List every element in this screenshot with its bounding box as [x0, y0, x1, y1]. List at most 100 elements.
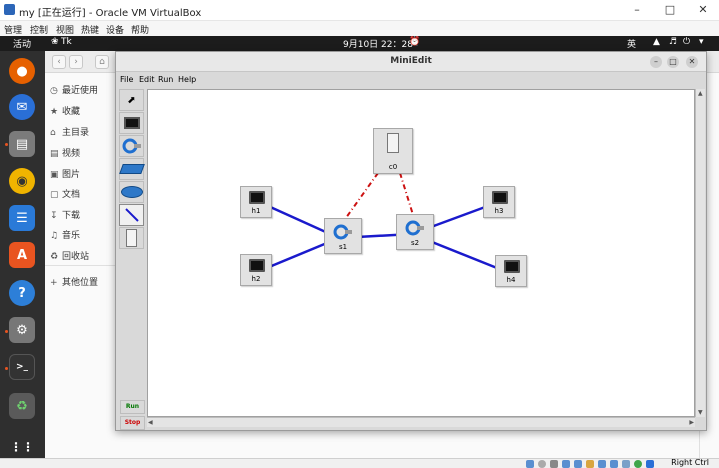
miniedit-close-button[interactable]: ✕ [686, 56, 698, 68]
topology-canvas[interactable]: c0 h1 h2 s1 s2 h3 h4 [147, 89, 695, 417]
back-button[interactable]: ‹ [52, 55, 66, 69]
star-icon: ★ [50, 107, 59, 117]
system-menu-chevron-icon[interactable]: ▾ [699, 37, 704, 47]
sidebar-item-label: 回收站 [62, 252, 90, 262]
controller-link-c0-s1[interactable] [342, 172, 379, 223]
tool-select[interactable]: ⬈ [119, 89, 144, 111]
horizontal-scrollbar[interactable]: ◀ ▶ [147, 417, 695, 427]
settings-icon[interactable]: ⚙ [9, 317, 35, 343]
video-capture-icon[interactable] [610, 460, 618, 468]
host-icon [249, 191, 265, 204]
scroll-up-arrow-icon[interactable]: ▲ [698, 90, 703, 97]
maximize-icon[interactable]: □ [660, 3, 680, 16]
switch-node-s1[interactable]: s1 [324, 218, 362, 254]
controller-node-c0[interactable]: c0 [373, 128, 413, 174]
sidebar-item-label: 音乐 [62, 231, 81, 241]
network-icon[interactable]: ▲ [653, 37, 660, 47]
alarm-icon: ⏰ [409, 37, 421, 47]
running-indicator [5, 367, 8, 370]
tool-switch[interactable] [119, 135, 144, 157]
menu-view[interactable]: 视图 [56, 23, 74, 36]
app-menu-label[interactable]: Tk [61, 37, 72, 47]
tool-host[interactable] [119, 112, 144, 134]
cursor-arrow-icon: ⬈ [127, 94, 136, 106]
minimize-icon[interactable]: – [627, 3, 647, 16]
sidebar-item-documents[interactable]: ▢ 文档 [50, 187, 80, 200]
trash-icon[interactable]: ♻ [9, 393, 35, 419]
router-icon [120, 186, 143, 198]
vertical-scrollbar[interactable]: ▲ ▼ [695, 89, 705, 417]
miniedit-titlebar: MiniEdit – □ ✕ [116, 52, 706, 72]
forward-button[interactable]: › [69, 55, 83, 69]
app-menu-icon[interactable]: ❀ [51, 37, 59, 47]
scroll-down-arrow-icon[interactable]: ▼ [698, 409, 703, 416]
controller-link-c0-s2[interactable] [399, 172, 415, 219]
menu-hotkey[interactable]: 热键 [81, 23, 99, 36]
stop-button[interactable]: Stop [120, 416, 145, 430]
mouse-integration-icon[interactable] [634, 460, 642, 468]
rhythmbox-icon[interactable]: ◉ [9, 168, 35, 194]
sidebar-divider [45, 265, 115, 266]
input-method[interactable]: 英 [627, 37, 636, 50]
power-icon[interactable]: ⏻ [683, 37, 690, 47]
home-path-button[interactable]: ⌂ [95, 55, 109, 69]
sidebar-item-label: 其他位置 [62, 278, 99, 288]
switch-node-s2[interactable]: s2 [396, 214, 434, 250]
sidebar-item-music[interactable]: ♫ 音乐 [50, 228, 80, 241]
scroll-right-arrow-icon[interactable]: ▶ [689, 419, 694, 426]
sidebar-item-starred[interactable]: ★ 收藏 [50, 104, 80, 117]
close-icon[interactable]: ✕ [693, 3, 713, 16]
audio-icon[interactable] [550, 460, 558, 468]
display-icon[interactable] [598, 460, 606, 468]
menu-file[interactable]: File [120, 75, 133, 84]
files-icon[interactable]: ▤ [9, 131, 35, 157]
menu-devices[interactable]: 设备 [106, 23, 124, 36]
sidebar-item-other-locations[interactable]: + 其他位置 [50, 275, 98, 288]
sidebar-item-recent[interactable]: ◷ 最近使用 [50, 83, 98, 96]
keyboard-capture-icon[interactable] [646, 460, 654, 468]
thunderbird-icon[interactable]: ✉ [9, 94, 35, 120]
tool-legacy-switch[interactable] [118, 158, 145, 180]
hdd-icon[interactable] [526, 460, 534, 468]
menu-manage[interactable]: 管理 [4, 23, 22, 36]
tool-controller[interactable] [119, 227, 144, 249]
optical-drive-icon[interactable] [538, 460, 546, 468]
menu-edit[interactable]: Edit [139, 75, 155, 84]
clock[interactable]: 9月10日 22：28 [343, 37, 413, 50]
host-node-h1[interactable]: h1 [240, 186, 272, 218]
network-adapter-icon[interactable] [562, 460, 570, 468]
scroll-left-arrow-icon[interactable]: ◀ [148, 419, 153, 426]
tool-netlink[interactable] [119, 204, 144, 226]
miniedit-maximize-button[interactable]: □ [667, 56, 679, 68]
sidebar-item-home[interactable]: ⌂ 主目录 [50, 125, 89, 138]
menu-help[interactable]: 帮助 [131, 23, 149, 36]
software-center-icon[interactable]: A [9, 242, 35, 268]
sidebar-item-videos[interactable]: ▤ 视频 [50, 146, 80, 159]
terminal-icon[interactable]: >_ [9, 354, 35, 380]
usb-icon[interactable] [574, 460, 582, 468]
host-icon [504, 260, 520, 273]
shared-folders-icon[interactable] [586, 460, 594, 468]
sidebar-item-pictures[interactable]: ▣ 图片 [50, 167, 80, 180]
host-node-h4[interactable]: h4 [495, 255, 527, 287]
menu-run[interactable]: Run [158, 75, 173, 84]
run-button[interactable]: Run [120, 400, 145, 414]
menu-help[interactable]: Help [178, 75, 196, 84]
sidebar-item-downloads[interactable]: ↧ 下载 [50, 208, 80, 221]
plus-icon: + [50, 278, 58, 288]
host-node-h3[interactable]: h3 [483, 186, 515, 218]
tool-legacy-router[interactable] [119, 181, 144, 203]
menu-control[interactable]: 控制 [30, 23, 48, 36]
miniedit-minimize-button[interactable]: – [650, 56, 662, 68]
cpu-icon[interactable] [622, 460, 630, 468]
volume-icon[interactable]: ♬ [669, 37, 677, 47]
host-node-h2[interactable]: h2 [240, 254, 272, 286]
firefox-icon[interactable]: ● [9, 58, 35, 84]
help-icon[interactable]: ? [9, 280, 35, 306]
show-applications-icon[interactable]: ⋮⋮ [9, 434, 35, 460]
sidebar-item-label: 最近使用 [62, 86, 99, 96]
activities-button[interactable]: 活动 [13, 37, 31, 50]
libreoffice-writer-icon[interactable]: ☰ [9, 205, 35, 231]
sidebar-item-trash[interactable]: ♻ 回收站 [50, 249, 89, 262]
music-icon: ♫ [50, 231, 59, 241]
